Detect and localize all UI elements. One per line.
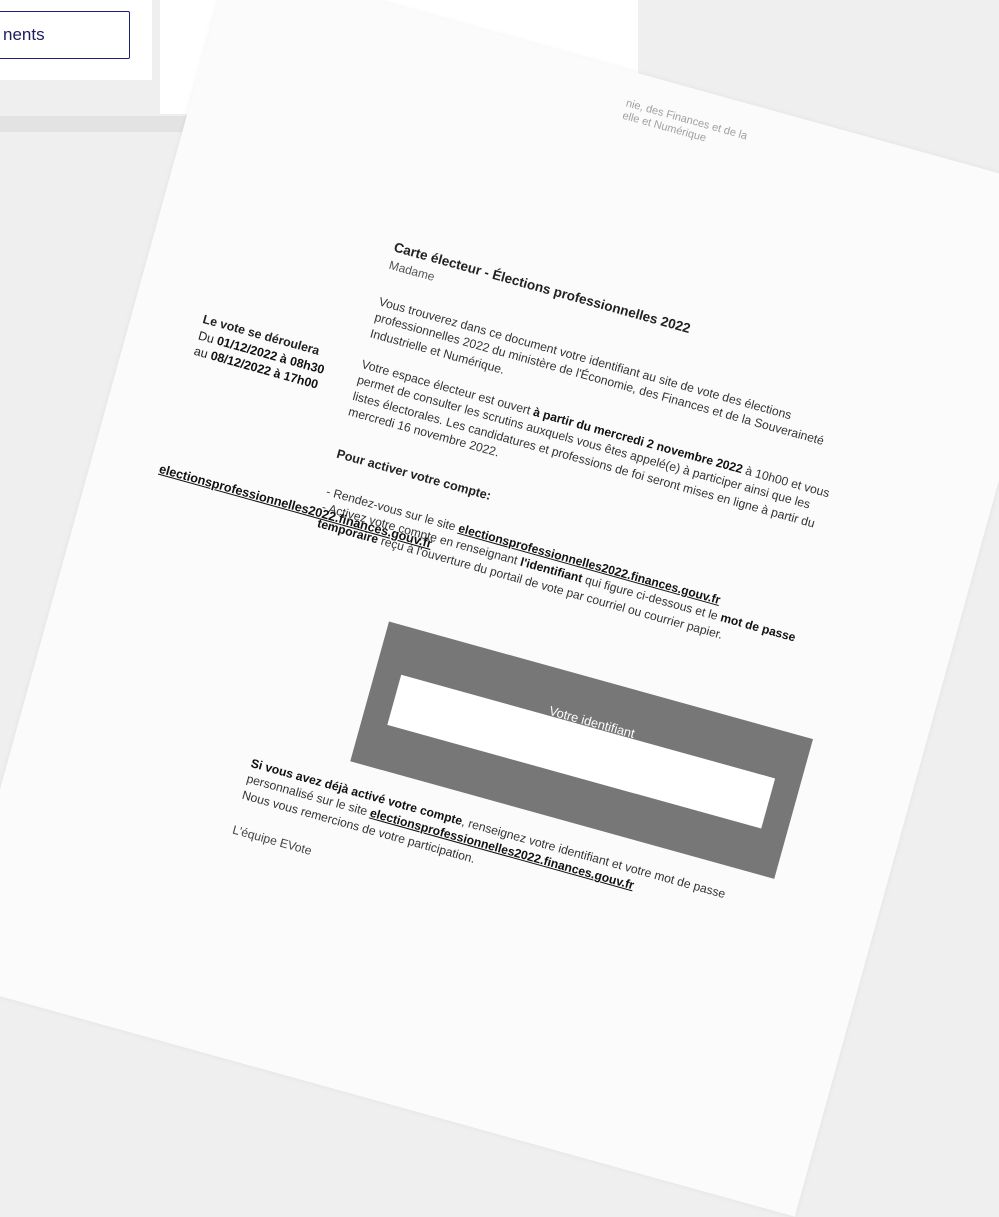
top-left-card: nents xyxy=(0,0,152,80)
signature: L'équipe EVote xyxy=(230,822,314,858)
vote-period: Le vote se déroulera Du 01/12/2022 à 08h… xyxy=(192,312,327,392)
voter-card-document: nie, des Finances et de la elle et Numér… xyxy=(0,0,999,1217)
documents-button-label: nents xyxy=(3,25,45,44)
document-photo: nie, des Finances et de la elle et Numér… xyxy=(0,0,999,1217)
documents-button[interactable]: nents xyxy=(0,11,130,59)
sidebar-site-link: electionsprofessionnelles2022.finances.g… xyxy=(157,461,434,551)
ministry-header: nie, des Finances et de la elle et Numér… xyxy=(621,97,749,145)
